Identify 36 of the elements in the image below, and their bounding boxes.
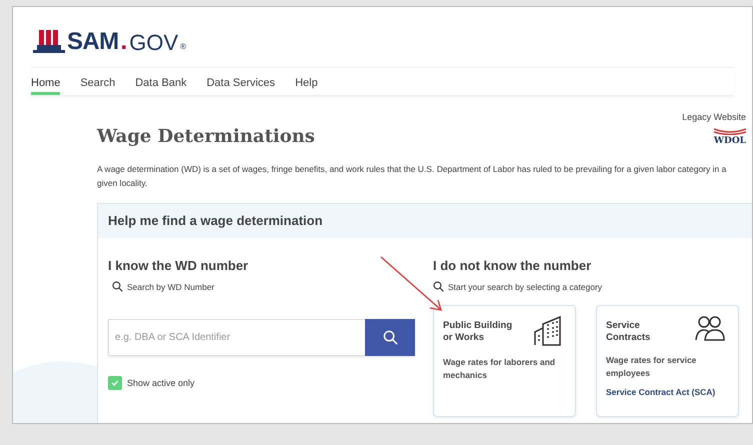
- search-button[interactable]: [365, 319, 415, 356]
- nav-tab[interactable]: Data Services: [206, 68, 276, 95]
- hint-text: Start your search by selecting a category: [448, 280, 602, 294]
- description-text: A wage determination (WD) is a set of wages, fringe benefits, and work rules that the U.S. Department of Labor has ruled to be prevailing for a given labor category in a given locality.: [97, 163, 728, 190]
- registered-mark: ®: [180, 41, 186, 53]
- nav-tab[interactable]: Search: [80, 68, 116, 95]
- legacy-label: Legacy Website: [682, 111, 746, 124]
- wdol-logo[interactable]: WDOL: [714, 126, 746, 148]
- card-link[interactable]: Service Contract Act (SCA): [606, 386, 729, 399]
- logo-dot: .: [120, 27, 128, 57]
- people-icon: [695, 316, 725, 342]
- category-card[interactable]: Public Building or Works Wage rates for laborers and mechanics: [433, 305, 576, 418]
- checkbox[interactable]: [108, 376, 122, 390]
- panel-title: Help me find a wage determination: [108, 212, 323, 230]
- nav-tab[interactable]: Help: [295, 68, 318, 95]
- check-icon: [111, 379, 119, 388]
- checkbox-label: Show active only: [127, 376, 195, 390]
- search-icon: [112, 281, 123, 292]
- nav-tab[interactable]: Home: [31, 68, 60, 95]
- building-icon: [534, 316, 562, 346]
- search-icon: [382, 330, 398, 346]
- hat-logo-icon: [33, 29, 65, 55]
- search-icon: [433, 281, 444, 292]
- card-title: Public Building or Works: [443, 320, 514, 344]
- logo-text: SAM: [67, 27, 119, 57]
- hint-text: Search by WD Number: [127, 280, 214, 294]
- section-heading: I do not know the number: [433, 257, 592, 275]
- nav-tab[interactable]: Data Bank: [135, 68, 187, 95]
- category-card[interactable]: Service Contracts Wage rates for service employees Service Contract Act (SCA): [596, 305, 739, 418]
- logo-suffix: GOV: [129, 28, 178, 56]
- card-description: Wage rates for service employees: [606, 354, 698, 380]
- search-field[interactable]: e.g. DBA or SCA Identifier: [108, 319, 365, 356]
- section-heading: I know the WD number: [108, 257, 250, 275]
- card-description: Wage rates for laborers and mechanics: [443, 356, 556, 382]
- page-title: Wage Determinations: [97, 125, 315, 149]
- card-title: Service Contracts: [606, 320, 652, 344]
